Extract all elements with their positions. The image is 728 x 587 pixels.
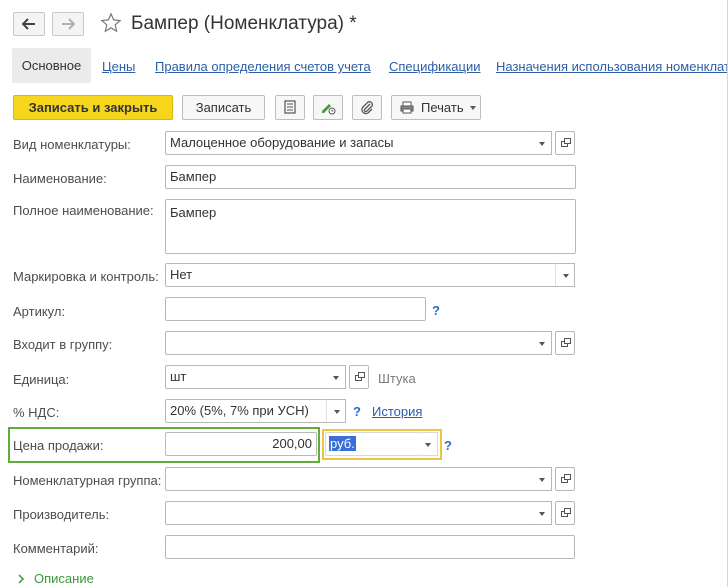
chevron-down-icon <box>334 410 340 414</box>
unit-dropdown-button[interactable] <box>326 365 346 389</box>
tab-account-rules[interactable]: Правила определения счетов учета <box>155 59 371 74</box>
vid-open-button[interactable] <box>555 131 575 155</box>
comment-input[interactable] <box>165 535 575 559</box>
unit-open-button[interactable] <box>349 365 369 389</box>
vid-label: Вид номенклатуры: <box>13 137 131 152</box>
chevron-right-icon <box>18 574 25 584</box>
arrow-left-icon <box>22 18 35 30</box>
price-input[interactable]: 200,00 <box>165 432 317 456</box>
chevron-down-icon <box>470 106 476 110</box>
chevron-down-icon <box>539 478 545 482</box>
name-input[interactable]: Бампер <box>165 165 576 189</box>
marking-select[interactable]: Нет <box>165 263 556 287</box>
page-title: Бампер (Номенклатура) * <box>131 13 357 34</box>
save-button[interactable]: Записать <box>182 95 265 120</box>
name-label: Наименование: <box>13 171 107 186</box>
price-label: Цена продажи: <box>13 438 104 453</box>
chevron-down-icon <box>563 274 569 278</box>
price-help-icon[interactable]: ? <box>444 438 452 453</box>
full-name-label: Полное наименование: <box>13 203 154 218</box>
vat-select[interactable]: 20% (5%, 7% при УСН) <box>165 399 327 423</box>
vat-history-link[interactable]: История <box>372 404 422 419</box>
producer-label: Производитель: <box>13 507 110 522</box>
article-input[interactable] <box>165 297 426 321</box>
producer-open-button[interactable] <box>555 501 575 525</box>
unit-input[interactable]: шт <box>165 365 327 389</box>
vat-label: % НДС: <box>13 405 60 420</box>
pencil-clock-icon <box>322 104 336 115</box>
attach-file-button[interactable] <box>352 95 382 120</box>
chevron-down-icon <box>333 376 339 380</box>
full-name-textarea[interactable]: Бампер <box>165 199 576 254</box>
currency-value: руб. <box>329 436 356 451</box>
nom-group-input[interactable] <box>165 467 533 491</box>
nom-group-dropdown-button[interactable] <box>532 467 552 491</box>
marking-dropdown-button[interactable] <box>555 263 575 287</box>
tab-main[interactable]: Основное <box>12 48 91 83</box>
back-button[interactable] <box>13 12 45 36</box>
arrow-right-icon <box>62 18 75 30</box>
currency-dropdown-button[interactable] <box>418 432 438 456</box>
chevron-down-icon <box>539 142 545 146</box>
edit-history-button[interactable] <box>313 95 343 120</box>
save-and-close-button[interactable]: Записать и закрыть <box>13 95 173 120</box>
vid-dropdown-button[interactable] <box>532 131 552 155</box>
vat-help-icon[interactable]: ? <box>353 404 361 419</box>
unit-hint: Штука <box>378 371 416 386</box>
chevron-down-icon <box>539 342 545 346</box>
comment-label: Комментарий: <box>13 541 99 556</box>
nom-group-label: Номенклатурная группа: <box>13 473 162 488</box>
unit-label: Единица: <box>13 372 70 387</box>
chevron-down-icon <box>425 443 431 447</box>
chevron-down-icon <box>539 512 545 516</box>
document-list-icon <box>284 100 296 114</box>
producer-dropdown-button[interactable] <box>532 501 552 525</box>
article-label: Артикул: <box>13 304 66 319</box>
vat-dropdown-button[interactable] <box>326 399 346 423</box>
producer-input[interactable] <box>165 501 533 525</box>
tab-specifications[interactable]: Спецификации <box>389 59 481 74</box>
group-open-button[interactable] <box>555 331 575 355</box>
vid-input[interactable]: Малоценное оборудование и запасы <box>165 131 533 155</box>
description-group-label: Описание <box>34 571 94 586</box>
marking-label: Маркировка и контроль: <box>13 269 159 284</box>
document-list-button[interactable] <box>275 95 305 120</box>
tab-usage-purposes[interactable]: Назначения использования номенклат <box>496 59 728 74</box>
group-dropdown-button[interactable] <box>532 331 552 355</box>
group-input[interactable] <box>165 331 533 355</box>
printer-icon <box>400 101 414 114</box>
print-label: Печать <box>421 100 464 115</box>
group-label: Входит в группу: <box>13 337 113 352</box>
tab-prices[interactable]: Цены <box>102 59 135 74</box>
print-button[interactable]: Печать <box>391 95 481 120</box>
currency-input[interactable]: руб. <box>325 432 419 456</box>
forward-button[interactable] <box>52 12 84 36</box>
article-help-icon[interactable]: ? <box>432 303 440 318</box>
nom-group-open-button[interactable] <box>555 467 575 491</box>
favorite-star-icon[interactable] <box>100 12 122 37</box>
paperclip-icon <box>361 101 373 115</box>
